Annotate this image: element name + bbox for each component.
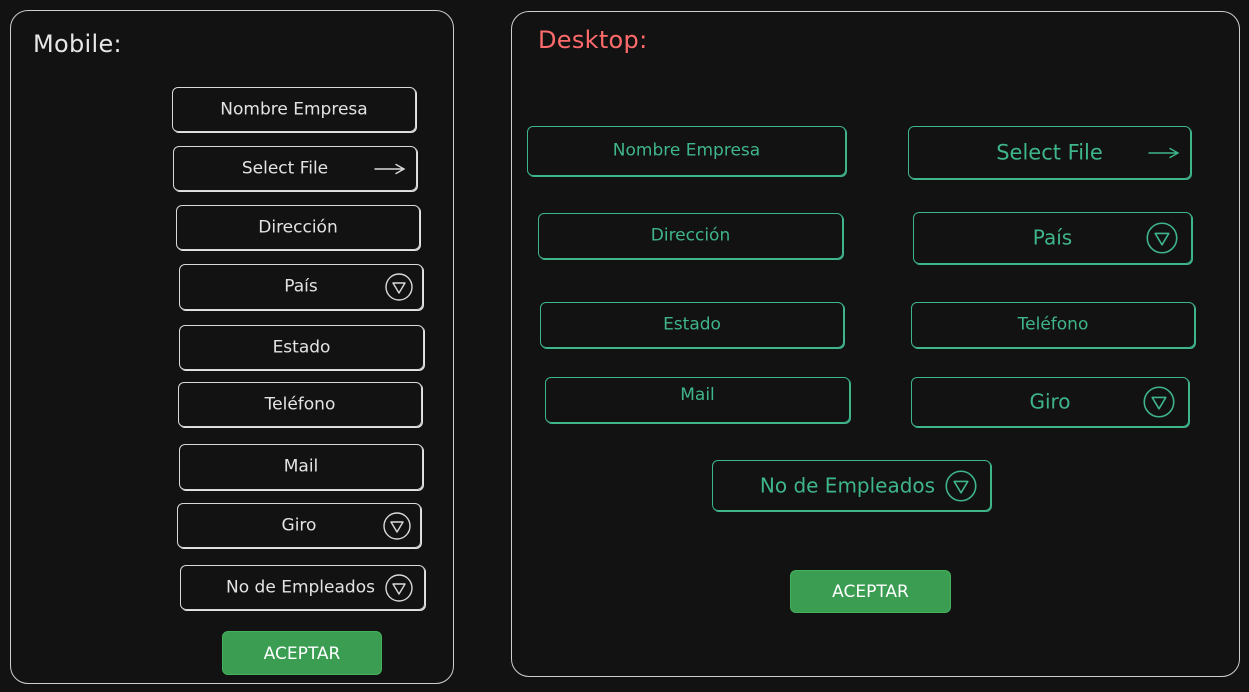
field-label: Nombre Empresa — [220, 99, 368, 120]
desktop-phone-field[interactable]: Teléfono — [911, 302, 1195, 348]
field-label: Estado — [272, 337, 331, 358]
dropdown-icon[interactable] — [384, 573, 414, 603]
mobile-select-file-button[interactable]: Select File — [173, 146, 417, 191]
field-label: Teléfono — [1017, 314, 1089, 335]
field-label: Mail — [680, 385, 715, 405]
field-label: Estado — [663, 314, 721, 335]
field-label: Dirección — [258, 217, 338, 238]
dropdown-icon[interactable] — [384, 272, 414, 302]
desktop-state-field[interactable]: Estado — [540, 302, 844, 348]
mobile-country-select[interactable]: País — [179, 264, 423, 310]
mobile-phone-field[interactable]: Teléfono — [178, 382, 422, 427]
mobile-company-name-field[interactable]: Nombre Empresa — [172, 87, 416, 132]
desktop-company-name-field[interactable]: Nombre Empresa — [527, 126, 846, 176]
mobile-state-field[interactable]: Estado — [179, 325, 424, 370]
desktop-business-line-select[interactable]: Giro — [911, 377, 1189, 427]
field-label: Mail — [283, 456, 319, 477]
arrow-right-icon — [374, 163, 406, 174]
desktop-title: Desktop: — [538, 26, 648, 54]
desktop-accept-button[interactable]: ACEPTAR — [790, 570, 951, 613]
dropdown-icon[interactable] — [1145, 221, 1179, 255]
dropdown-icon[interactable] — [944, 469, 978, 503]
field-label: Dirección — [650, 225, 731, 246]
field-label: Nombre Empresa — [612, 140, 761, 161]
desktop-country-select[interactable]: País — [913, 212, 1192, 264]
desktop-select-file-button[interactable]: Select File — [908, 126, 1191, 179]
dropdown-icon[interactable] — [382, 511, 412, 541]
mobile-title: Mobile: — [33, 30, 122, 58]
mobile-business-line-select[interactable]: Giro — [177, 503, 421, 548]
desktop-address-field[interactable]: Dirección — [538, 213, 843, 259]
mobile-accept-button[interactable]: ACEPTAR — [222, 631, 382, 675]
dropdown-icon[interactable] — [1142, 385, 1176, 419]
field-label: Teléfono — [264, 394, 336, 415]
desktop-mail-field[interactable]: Mail — [545, 377, 850, 423]
mobile-mail-field[interactable]: Mail — [179, 444, 423, 490]
mobile-address-field[interactable]: Dirección — [176, 205, 420, 250]
mobile-employees-select[interactable]: No de Empleados — [180, 565, 425, 610]
desktop-employees-select[interactable]: No de Empleados — [712, 460, 991, 511]
arrow-right-icon — [1148, 147, 1180, 158]
